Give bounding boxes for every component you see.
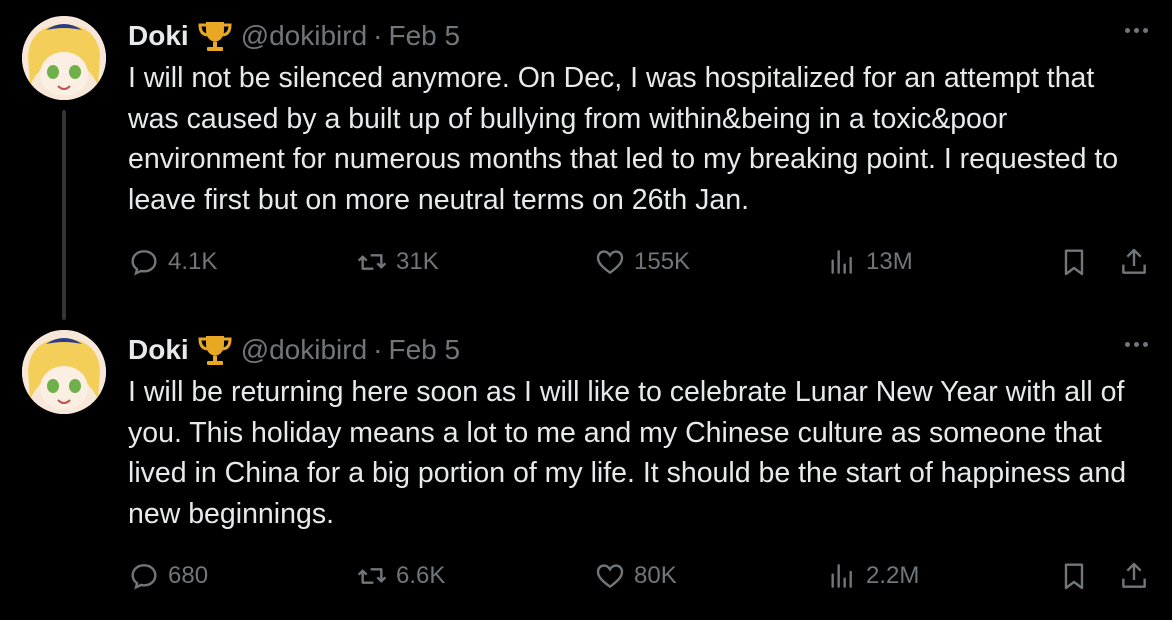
- views-count: 13M: [866, 248, 913, 275]
- repost-button[interactable]: 6.6K: [356, 560, 445, 592]
- views-button[interactable]: 2.2M: [826, 560, 919, 592]
- repost-count: 31K: [396, 248, 439, 275]
- tweet-header: Doki @dokibird · Feb 5: [128, 330, 460, 370]
- reply-icon: [131, 564, 157, 590]
- separator-dot: ·: [373, 20, 383, 51]
- views-button[interactable]: 13M: [826, 246, 913, 278]
- author-name[interactable]: Doki: [128, 334, 189, 366]
- author-handle[interactable]: @dokibird: [241, 20, 367, 52]
- tweet[interactable]: Doki @dokibird · Feb 5 I will be returni…: [0, 314, 1172, 620]
- bookmark-button[interactable]: [1058, 246, 1090, 278]
- avatar[interactable]: [22, 330, 106, 414]
- repost-button[interactable]: 31K: [356, 246, 439, 278]
- tweet-header: Doki @dokibird · Feb 5: [128, 16, 460, 56]
- like-button[interactable]: 155K: [594, 246, 690, 278]
- bookmark-icon: [1064, 563, 1084, 590]
- tweet-actions: 680 6.6K 80K 2.2M: [128, 560, 1158, 600]
- like-count: 80K: [634, 562, 677, 589]
- reply-icon: [131, 250, 157, 276]
- tweet-thread: Doki @dokibird · Feb 5 I will not be sil…: [0, 0, 1172, 612]
- tweet-text: I will not be silenced anymore. On Dec, …: [128, 62, 1119, 216]
- avatar-image: [22, 330, 106, 414]
- bookmark-button[interactable]: [1058, 560, 1090, 592]
- heart-icon: [596, 564, 624, 589]
- tweet-date[interactable]: Feb 5: [389, 334, 461, 366]
- share-icon: [1122, 248, 1146, 274]
- avatar-image: [22, 16, 106, 100]
- like-count: 155K: [634, 248, 691, 275]
- share-button[interactable]: [1118, 246, 1150, 278]
- author-name[interactable]: Doki: [128, 20, 189, 52]
- like-button[interactable]: 80K: [594, 560, 677, 592]
- reply-button[interactable]: 4.1K: [128, 246, 217, 278]
- tweet-text: I will be returning here soon as I will …: [128, 376, 1127, 530]
- analytics-icon: [831, 564, 852, 588]
- more-options-icon[interactable]: [1125, 342, 1148, 347]
- reply-count: 4.1K: [168, 248, 218, 275]
- repost-icon: [357, 254, 387, 270]
- reply-button[interactable]: 680: [128, 560, 208, 592]
- separator-dot: ·: [373, 334, 383, 365]
- more-options-icon[interactable]: [1125, 28, 1148, 33]
- repost-count: 6.6K: [396, 562, 446, 589]
- avatar[interactable]: [22, 16, 106, 100]
- tweet[interactable]: Doki @dokibird · Feb 5 I will not be sil…: [0, 0, 1172, 306]
- tweet-actions: 4.1K 31K 155K 13M: [128, 246, 1158, 286]
- repost-icon: [357, 568, 387, 584]
- views-count: 2.2M: [866, 562, 920, 589]
- analytics-icon: [831, 250, 852, 274]
- author-handle[interactable]: @dokibird: [241, 334, 367, 366]
- reply-count: 680: [168, 562, 209, 589]
- share-icon: [1122, 562, 1146, 588]
- bookmark-icon: [1064, 249, 1084, 276]
- trophy-icon: [197, 332, 233, 368]
- tweet-date[interactable]: Feb 5: [389, 20, 461, 52]
- heart-icon: [596, 250, 624, 275]
- trophy-icon: [197, 18, 233, 54]
- share-button[interactable]: [1118, 560, 1150, 592]
